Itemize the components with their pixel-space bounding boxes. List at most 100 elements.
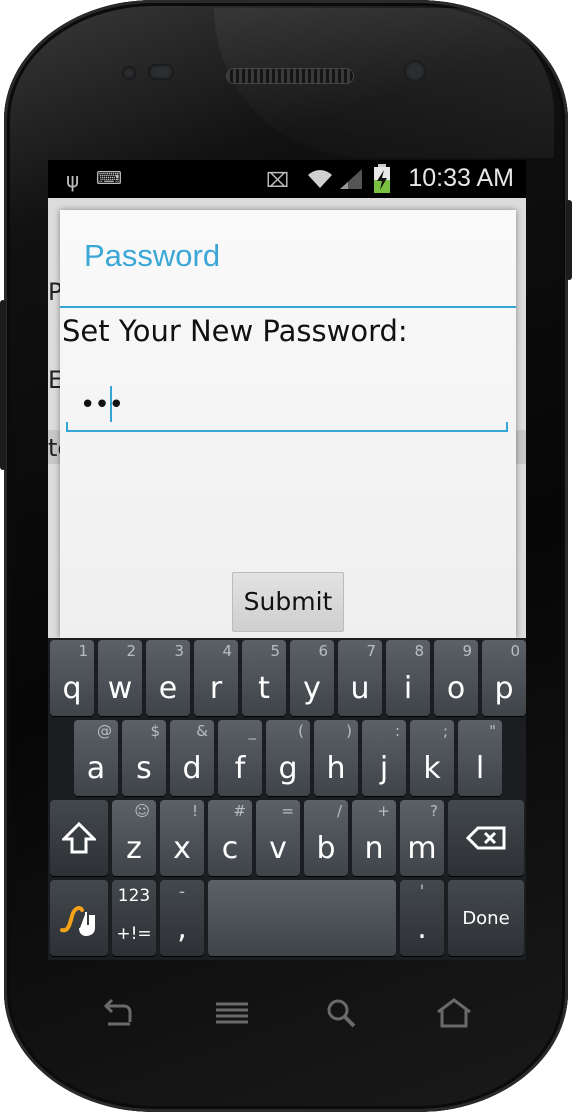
key-label: w (107, 671, 133, 706)
key-y[interactable]: 6y (290, 640, 334, 716)
period-hint: ' (419, 882, 425, 902)
vibrate-icon: ⌧ (266, 168, 290, 192)
password-value: ••• (80, 390, 124, 420)
key-hint: 7 (366, 642, 376, 660)
power-button[interactable] (566, 200, 572, 280)
battery-charging-icon (372, 164, 392, 199)
dialog-title: Password (84, 238, 221, 273)
key-b[interactable]: / b (304, 800, 348, 876)
backspace-key[interactable] (448, 800, 524, 876)
key-r[interactable]: 4r (194, 640, 238, 716)
key-label: j (379, 751, 389, 786)
comma-hint: - (178, 882, 186, 902)
key-o[interactable]: 9o (434, 640, 478, 716)
key-label: n (364, 831, 384, 866)
key-d[interactable]: & d (170, 720, 214, 796)
key-label: i (403, 671, 413, 706)
key-s[interactable]: $ s (122, 720, 166, 796)
key-w[interactable]: 2w (98, 640, 142, 716)
key-label: m (407, 831, 437, 866)
key-x[interactable]: ! x (160, 800, 204, 876)
shift-icon (62, 822, 96, 854)
key-g[interactable]: (g (266, 720, 310, 796)
key-hint: 9 (462, 642, 472, 660)
proximity-sensor-icon (148, 64, 174, 80)
key-label: s (136, 751, 152, 786)
sensor-icon (122, 66, 136, 80)
key-label: t (258, 671, 270, 706)
key-z[interactable]: ☺ z (112, 800, 156, 876)
shift-key[interactable] (50, 800, 108, 876)
status-bar: ψ ⌨ ⌧ 10:33 AM (48, 160, 526, 198)
key-hint: _ (248, 722, 257, 740)
front-camera-icon (404, 60, 426, 82)
key-j[interactable]: :j (362, 720, 406, 796)
done-label: Done (462, 908, 510, 929)
comma-key[interactable]: - , (160, 880, 204, 956)
key-label: v (269, 831, 287, 866)
key-q[interactable]: 1q (50, 640, 94, 716)
text-cursor (110, 386, 112, 422)
comma-label: , (177, 911, 187, 946)
key-label: b (316, 831, 336, 866)
keyboard-icon: ⌨ (96, 168, 122, 189)
key-label: l (475, 751, 485, 786)
swype-key[interactable] (50, 880, 108, 956)
key-a[interactable]: @ a (74, 720, 118, 796)
key-label: k (423, 751, 441, 786)
key-hint: 5 (270, 642, 280, 660)
key-e[interactable]: 3e (146, 640, 190, 716)
key-label: c (221, 831, 239, 866)
backspace-icon (466, 826, 506, 850)
back-icon[interactable] (100, 998, 136, 1036)
key-t[interactable]: 5t (242, 640, 286, 716)
key-h[interactable]: ) h (314, 720, 358, 796)
key-hint: + (377, 802, 390, 820)
key-hint: 1 (78, 642, 88, 660)
wifi-icon (306, 168, 334, 195)
usb-icon: ψ (66, 168, 80, 192)
signal-icon (338, 168, 364, 195)
key-n[interactable]: + n (352, 800, 396, 876)
key-label: g (278, 751, 298, 786)
key-p[interactable]: 0p (482, 640, 526, 716)
menu-icon[interactable] (214, 998, 250, 1036)
key-label: z (126, 831, 142, 866)
key-label: x (173, 831, 191, 866)
period-key[interactable]: ' . (400, 880, 444, 956)
key-label: p (494, 671, 514, 706)
key-label: h (326, 751, 346, 786)
key-hint: $ (150, 722, 160, 740)
key-i[interactable]: 8i (386, 640, 430, 716)
period-label: . (417, 911, 427, 946)
key-label: u (350, 671, 370, 706)
volume-button[interactable] (0, 300, 6, 470)
key-l[interactable]: " l (458, 720, 502, 796)
password-dialog: Password Set Your New Password: ••• Subm… (60, 210, 516, 638)
key-hint: ! (191, 802, 198, 820)
key-label: r (209, 671, 223, 706)
key-v[interactable]: = v (256, 800, 300, 876)
key-m[interactable]: ? m (400, 800, 444, 876)
key-hint: ( (298, 722, 304, 740)
key-f[interactable]: _ f (218, 720, 262, 796)
symbols-key[interactable]: 123 +!= (112, 880, 156, 956)
home-icon[interactable] (434, 998, 474, 1036)
key-label: o (446, 671, 466, 706)
symbols-label-bottom: +!= (116, 924, 152, 944)
earpiece-speaker (226, 68, 354, 84)
key-hint: : (394, 722, 400, 740)
key-u[interactable]: 7u (338, 640, 382, 716)
space-key[interactable] (208, 880, 396, 956)
done-key[interactable]: Done (448, 880, 524, 956)
screen: ψ ⌨ ⌧ 10:33 AM P E te Password Set Your … (48, 160, 526, 960)
search-icon[interactable] (326, 998, 360, 1036)
submit-button[interactable]: Submit (232, 572, 344, 632)
key-hint: ; (442, 722, 448, 740)
password-input[interactable]: ••• (66, 380, 508, 432)
key-label: d (182, 751, 202, 786)
key-c[interactable]: # c (208, 800, 252, 876)
soft-keyboard: 1q2w3e4r5t6y7u8i9o0p @ a $ s & d _ f(g) h: j; k " l … (48, 638, 526, 960)
key-k[interactable]: ; k (410, 720, 454, 796)
key-hint: ) (346, 722, 352, 740)
